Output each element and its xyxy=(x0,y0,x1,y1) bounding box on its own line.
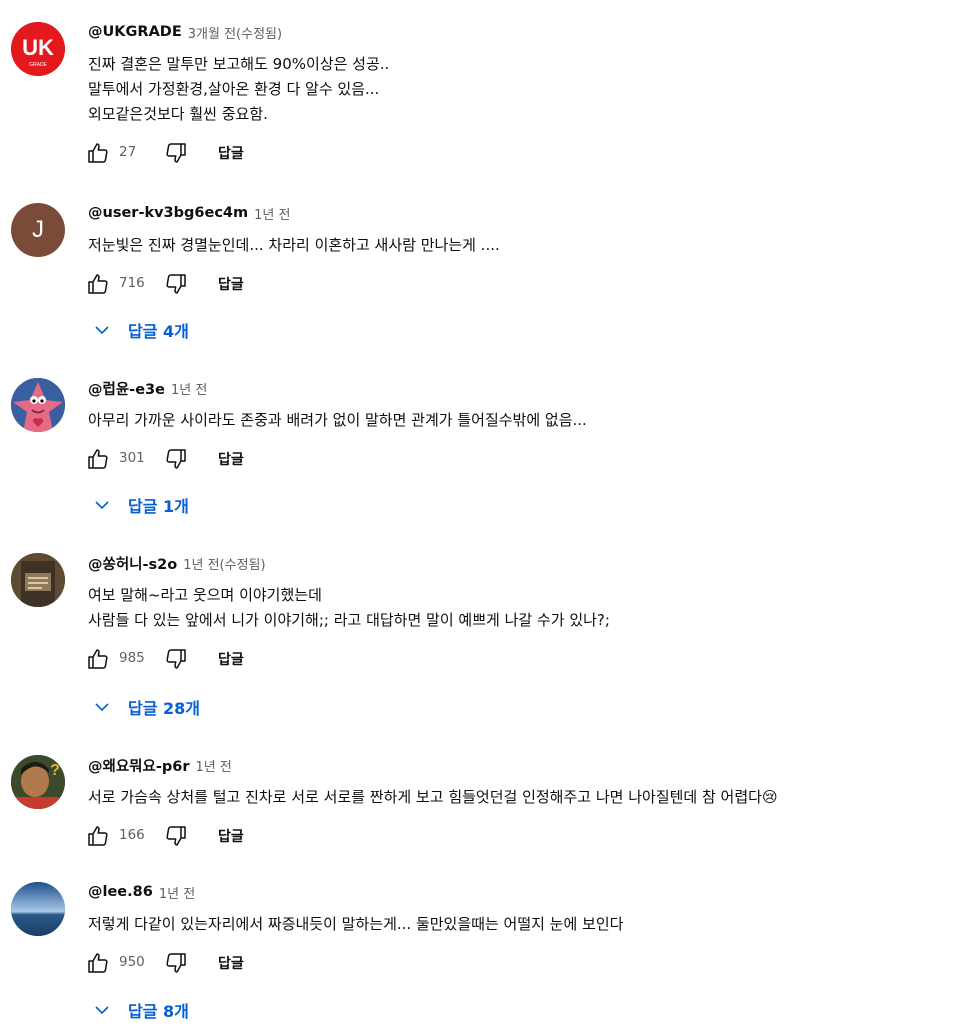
thumbs-down-icon xyxy=(166,649,186,669)
comment-time[interactable]: 1년 전 xyxy=(171,379,207,398)
avatar[interactable]: ? xyxy=(11,755,65,809)
avatar[interactable]: J xyxy=(11,203,65,257)
thumbs-up-icon xyxy=(88,274,108,294)
avatar-initial: J xyxy=(32,216,44,243)
like-count: 716 xyxy=(119,275,145,291)
svg-text:GRADE: GRADE xyxy=(29,62,47,68)
thumbs-down-icon xyxy=(166,449,186,469)
comment-time[interactable]: 3개월 전(수정됨) xyxy=(188,23,282,42)
svg-text:UK: UK xyxy=(22,35,54,60)
patrick-avatar-icon xyxy=(11,378,65,432)
comment-line: 외모같은것보다 훨씬 중요함. xyxy=(88,105,268,123)
reply-button[interactable]: 답글 xyxy=(218,143,244,163)
chevron-down-icon xyxy=(92,495,112,515)
dislike-button[interactable] xyxy=(160,270,192,298)
like-button[interactable] xyxy=(82,645,114,673)
reply-button[interactable]: 답글 xyxy=(218,953,244,973)
like-count: 301 xyxy=(119,450,145,466)
dislike-button[interactable] xyxy=(160,139,192,167)
reply-button[interactable]: 답글 xyxy=(218,649,244,669)
comment-line: 말투에서 가정환경,살아온 환경 다 알수 있음... xyxy=(88,80,380,98)
comment-text: 진짜 결혼은 말투만 보고해도 90%이상은 성공.. 말투에서 가정환경,살아… xyxy=(88,52,959,127)
comment-text: 여보 말해~라고 웃으며 이야기했는데 사람들 다 있는 앞에서 니가 이야기해… xyxy=(88,583,959,633)
comment-text: 아무리 가까운 사이라도 존중과 배려가 없이 말하면 관계가 틀어질수밖에 없… xyxy=(88,408,959,433)
dislike-button[interactable] xyxy=(160,949,192,977)
replies-count: 답글 4개 xyxy=(128,322,189,341)
show-replies-button[interactable]: 답글 28개 xyxy=(92,696,200,718)
chevron-down-icon xyxy=(92,320,112,340)
comment-author[interactable]: @왜요뭐요-p6r xyxy=(88,755,190,776)
comment-author[interactable]: @쏭허니-s2o xyxy=(88,553,177,574)
like-button[interactable] xyxy=(82,949,114,977)
show-replies-button[interactable]: 답글 1개 xyxy=(92,494,189,516)
comment-author[interactable]: @user-kv3bg6ec4m xyxy=(88,205,248,221)
comment-text: 서로 가슴속 상처를 털고 진차로 서로 서로를 짠하게 보고 힘들엇던걸 인정… xyxy=(88,785,959,810)
comment-author[interactable]: @UKGRADE xyxy=(88,24,182,40)
replies-count: 답글 8개 xyxy=(128,1002,189,1021)
comment-author[interactable]: @럽윤-e3e xyxy=(88,378,165,399)
like-count: 950 xyxy=(119,954,145,970)
comment-time[interactable]: 1년 전(수정됨) xyxy=(183,554,265,573)
thumbs-up-icon xyxy=(88,143,108,163)
comment-line: 저렇게 다같이 있는자리에서 짜증내듯이 말하는게... 둘만있을때는 어떨지 … xyxy=(88,915,624,933)
dislike-button[interactable] xyxy=(160,645,192,673)
comment-line: 서로 가슴속 상처를 털고 진차로 서로 서로를 짠하게 보고 힘들엇던걸 인정… xyxy=(88,788,778,806)
show-replies-button[interactable]: 답글 4개 xyxy=(92,319,189,341)
avatar[interactable]: UK GRADE xyxy=(11,22,65,76)
comment-line: 아무리 가까운 사이라도 존중과 배려가 없이 말하면 관계가 틀어질수밖에 없… xyxy=(88,411,587,429)
comment-time[interactable]: 1년 전 xyxy=(254,204,290,223)
svg-text:?: ? xyxy=(50,762,60,779)
thumbs-up-icon xyxy=(88,953,108,973)
comment-line: 진짜 결혼은 말투만 보고해도 90%이상은 성공.. xyxy=(88,55,390,73)
photo-avatar-icon xyxy=(11,553,65,607)
thumbs-down-icon xyxy=(166,826,186,846)
comment-line: 저눈빛은 진짜 경멸눈인데... 차라리 이혼하고 새사람 만나는게 .... xyxy=(88,236,500,254)
sky-photo-avatar-icon xyxy=(11,882,65,936)
thumbs-down-icon xyxy=(166,953,186,973)
comment-time[interactable]: 1년 전 xyxy=(196,756,232,775)
comment-line: 여보 말해~라고 웃으며 이야기했는데 xyxy=(88,586,322,604)
like-button[interactable] xyxy=(82,139,114,167)
thumbs-down-icon xyxy=(166,143,186,163)
like-count: 166 xyxy=(119,827,145,843)
replies-count: 답글 28개 xyxy=(128,699,200,718)
avatar[interactable] xyxy=(11,882,65,936)
reply-button[interactable]: 답글 xyxy=(218,274,244,294)
comment-author[interactable]: @lee.86 xyxy=(88,884,153,900)
comment-text: 저렇게 다같이 있는자리에서 짜증내듯이 말하는게... 둘만있을때는 어떨지 … xyxy=(88,912,959,937)
thumbs-up-icon xyxy=(88,826,108,846)
chevron-down-icon xyxy=(92,697,112,717)
like-button[interactable] xyxy=(82,822,114,850)
like-button[interactable] xyxy=(82,445,114,473)
like-count: 985 xyxy=(119,650,145,666)
like-count: 27 xyxy=(119,144,137,160)
thumbs-up-icon xyxy=(88,449,108,469)
reply-button[interactable]: 답글 xyxy=(218,826,244,846)
replies-count: 답글 1개 xyxy=(128,497,189,516)
dislike-button[interactable] xyxy=(160,822,192,850)
thumbs-down-icon xyxy=(166,274,186,294)
reply-button[interactable]: 답글 xyxy=(218,449,244,469)
avatar[interactable] xyxy=(11,378,65,432)
comment-line: 사람들 다 있는 앞에서 니가 이야기해;; 라고 대답하면 말이 예쁘게 나갈… xyxy=(88,611,610,629)
chevron-down-icon xyxy=(92,1000,112,1020)
dislike-button[interactable] xyxy=(160,445,192,473)
comment-text: 저눈빛은 진짜 경멸눈인데... 차라리 이혼하고 새사람 만나는게 .... xyxy=(88,233,959,258)
comment-time[interactable]: 1년 전 xyxy=(159,883,195,902)
like-button[interactable] xyxy=(82,270,114,298)
thumbs-up-icon xyxy=(88,649,108,669)
ukgrade-logo-icon: UK GRADE xyxy=(11,22,65,76)
photo-avatar-icon: ? xyxy=(11,755,65,809)
avatar[interactable] xyxy=(11,553,65,607)
show-replies-button[interactable]: 답글 8개 xyxy=(92,999,189,1021)
